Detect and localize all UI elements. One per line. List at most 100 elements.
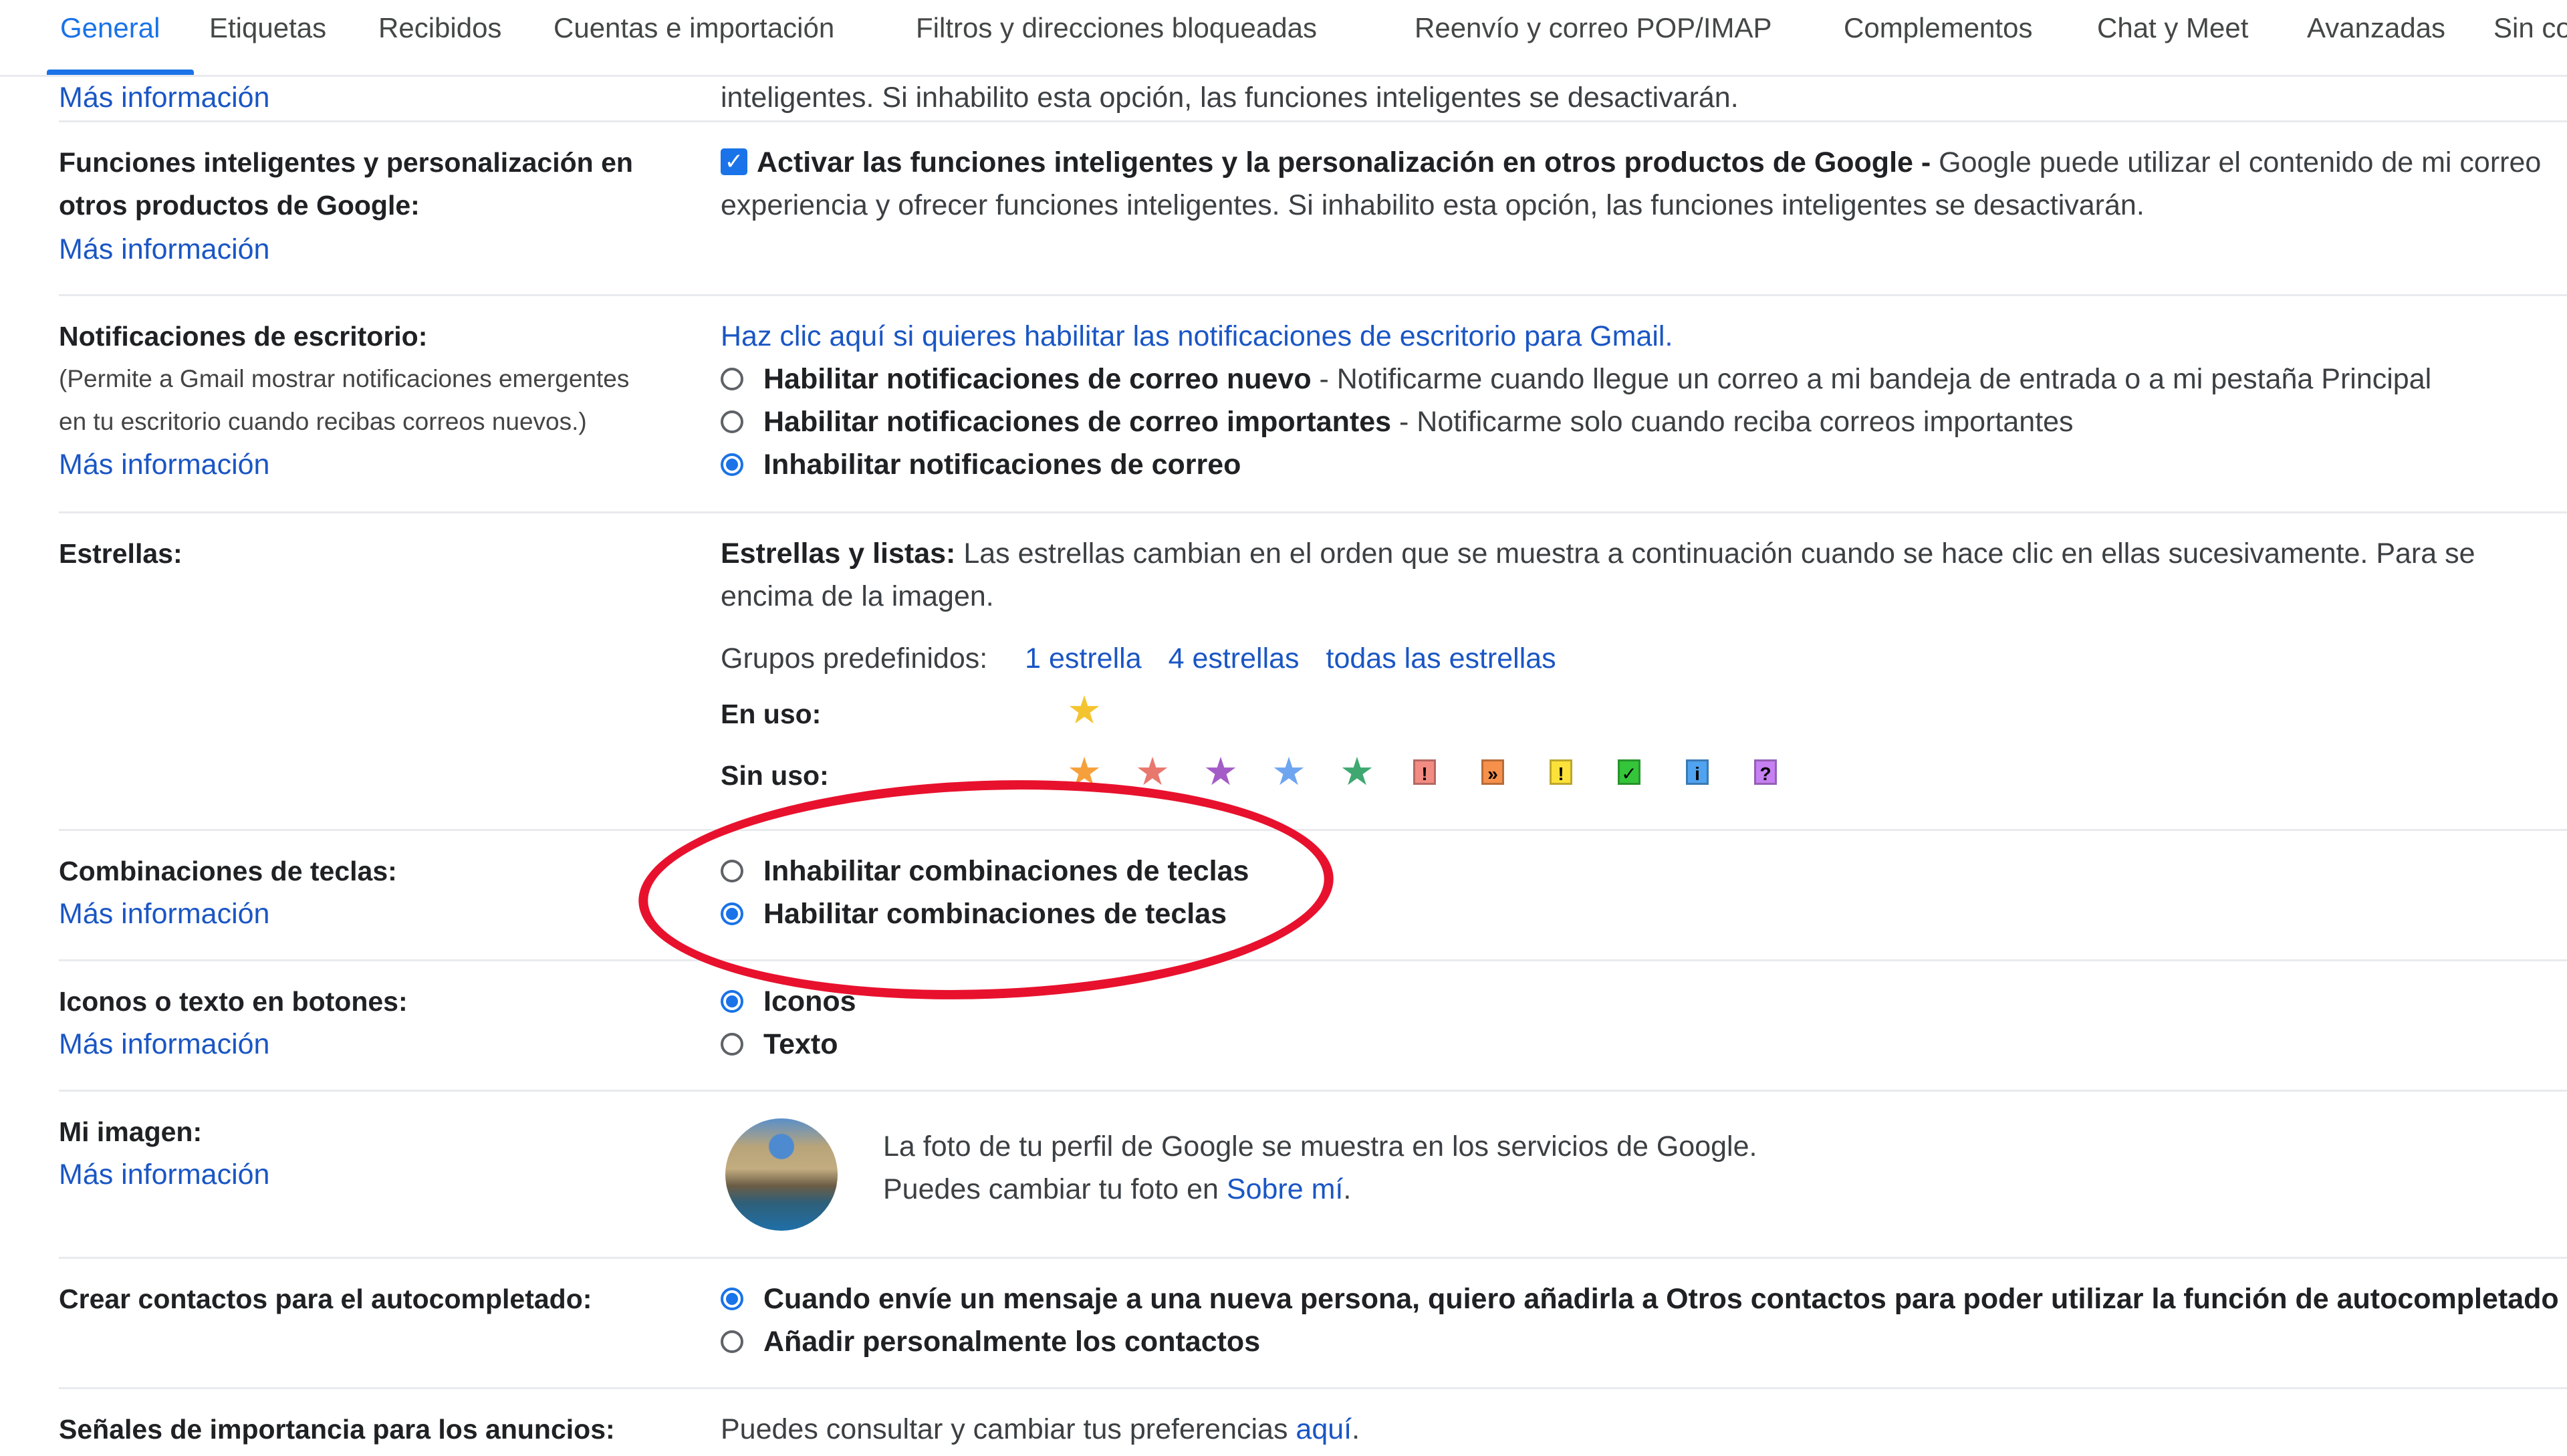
- settings-tabs: General Etiquetas Recibidos Cuentas e im…: [0, 0, 2567, 77]
- stars-desc-text: Las estrellas cambian en el orden que se…: [955, 537, 2475, 570]
- radio[interactable]: [721, 1032, 743, 1056]
- tab-general[interactable]: General: [60, 12, 160, 44]
- tab-chat-meet[interactable]: Chat y Meet: [2097, 12, 2248, 44]
- tab-labels[interactable]: Etiquetas: [209, 12, 326, 44]
- setting-row-desktop-notifications: Notificaciones de escritorio: (Permite a…: [59, 294, 2567, 513]
- red-bang-icon[interactable]: !: [1413, 759, 1436, 785]
- smart-features-option: ✓ Activar las funciones inteligentes y la…: [721, 141, 2541, 184]
- button-labels-text-option[interactable]: Texto: [721, 1023, 838, 1066]
- shortcuts-on-option[interactable]: Habilitar combinaciones de teclas: [721, 892, 1227, 935]
- setting-label: Mi imagen:: [59, 1116, 203, 1147]
- setting-label: Funciones inteligentes y personalización…: [59, 147, 633, 221]
- yellow-bang-icon[interactable]: !: [1550, 759, 1572, 785]
- notif-option-important[interactable]: Habilitar notificaciones de correo impor…: [721, 400, 2074, 443]
- ad-signals-desc: Puedes consultar y cambiar tus preferenc…: [721, 1413, 1296, 1445]
- radio[interactable]: [721, 367, 743, 390]
- punct: .: [1352, 1413, 1360, 1445]
- option-title: Texto: [763, 1028, 838, 1060]
- tab-accounts[interactable]: Cuentas e importación: [554, 12, 834, 44]
- orange-guillemet-icon[interactable]: »: [1481, 759, 1504, 785]
- setting-label: Iconos o texto en botones:: [59, 986, 408, 1017]
- smart-features-checkbox[interactable]: ✓: [721, 148, 747, 175]
- radio[interactable]: [721, 1330, 743, 1353]
- button-labels-icons-option[interactable]: Iconos: [721, 980, 856, 1023]
- presets: Grupos predefinidos: 1 estrella 4 estrel…: [721, 637, 1556, 680]
- option-title: Inhabilitar combinaciones de teclas: [763, 855, 1249, 887]
- stars-desc-line2: encima de la imagen.: [721, 580, 994, 612]
- more-info-link[interactable]: Más información: [59, 228, 269, 271]
- tab-offline[interactable]: Sin conexión: [2493, 12, 2567, 44]
- green-check-icon[interactable]: ✓: [1618, 759, 1640, 785]
- preset-all-stars[interactable]: todas las estrellas: [1326, 642, 1556, 675]
- notif-option-off[interactable]: Inhabilitar notificaciones de correo: [721, 443, 1241, 486]
- setting-row-autocomplete: Crear contactos para el autocompletado: …: [59, 1257, 2567, 1389]
- punct: .: [1343, 1173, 1352, 1205]
- orange-star-icon[interactable]: ★: [1067, 753, 1102, 792]
- picture-change-text: Puedes cambiar tu foto en: [883, 1173, 1227, 1205]
- setting-row-ad-signals: Señales de importancia para los anuncios…: [59, 1387, 2567, 1456]
- ad-preferences-link[interactable]: aquí: [1296, 1413, 1352, 1445]
- setting-row-smart-features: Funciones inteligentes y personalización…: [59, 120, 2567, 296]
- more-info-link[interactable]: Más información: [59, 443, 269, 486]
- smart-features-desc: experiencia y ofrecer funciones intelige…: [721, 189, 2145, 221]
- setting-row-my-picture: Mi imagen: Más información La foto de tu…: [59, 1090, 2567, 1259]
- blue-info-icon[interactable]: i: [1686, 759, 1709, 785]
- ad-signals-text: Puedes consultar y cambiar tus preferenc…: [721, 1408, 1360, 1451]
- tab-inbox[interactable]: Recibidos: [378, 12, 501, 44]
- setting-row-stars: Estrellas: Estrellas y listas: Las estre…: [59, 511, 2567, 831]
- red-star-icon[interactable]: ★: [1135, 753, 1170, 792]
- tab-filters[interactable]: Filtros y direcciones bloqueadas: [916, 12, 1317, 44]
- avatar[interactable]: [725, 1118, 838, 1231]
- more-info-link[interactable]: Más información: [59, 76, 269, 119]
- option-title: Añadir personalmente los contactos: [763, 1326, 1261, 1358]
- option-desc: Google puede utilizar el contenido de mi…: [1931, 146, 2542, 178]
- radio-selected[interactable]: [721, 1287, 743, 1310]
- setting-label: Combinaciones de teclas:: [59, 856, 397, 886]
- option-title: Activar las funciones inteligentes y la …: [757, 146, 1931, 178]
- green-star-icon[interactable]: ★: [1340, 753, 1374, 792]
- radio-selected[interactable]: [721, 453, 743, 476]
- option-title: Habilitar notificaciones de correo impor…: [763, 406, 1392, 438]
- option-title: Iconos: [763, 985, 856, 1017]
- presets-label: Grupos predefinidos:: [721, 642, 988, 675]
- blue-star-icon[interactable]: ★: [1271, 753, 1306, 792]
- radio-selected[interactable]: [721, 902, 743, 925]
- setting-label: Estrellas:: [59, 538, 182, 569]
- setting-label: Crear contactos para el autocompletado:: [59, 1284, 592, 1314]
- not-in-use-label: Sin uso:: [721, 760, 829, 791]
- autocomplete-auto-option[interactable]: Cuando envíe un mensaje a una nueva pers…: [721, 1278, 2559, 1320]
- option-title: Cuando envíe un mensaje a una nueva pers…: [763, 1283, 2559, 1315]
- radio[interactable]: [721, 859, 743, 882]
- notif-option-new[interactable]: Habilitar notificaciones de correo nuevo…: [721, 358, 2431, 400]
- purple-question-icon[interactable]: ?: [1754, 759, 1777, 785]
- picture-desc: La foto de tu perfil de Google se muestr…: [883, 1130, 1757, 1163]
- setting-row-button-labels: Iconos o texto en botones: Más informaci…: [59, 959, 2567, 1092]
- setting-value: inteligentes. Si inhabilito esta opción,…: [721, 82, 1739, 114]
- preset-1-star[interactable]: 1 estrella: [1025, 642, 1141, 675]
- option-desc: - Notificarme solo cuando reciba correos…: [1391, 406, 2074, 438]
- more-info-link[interactable]: Más información: [59, 892, 269, 935]
- preset-4-stars[interactable]: 4 estrellas: [1169, 642, 1300, 675]
- active-tab-indicator: [47, 70, 194, 75]
- option-title: Inhabilitar notificaciones de correo: [763, 449, 1241, 481]
- more-info-link[interactable]: Más información: [59, 1153, 269, 1196]
- stars-desc: Estrellas y listas: Las estrellas cambia…: [721, 532, 2475, 575]
- tab-advanced[interactable]: Avanzadas: [2307, 12, 2445, 44]
- setting-row-keyboard-shortcuts: Combinaciones de teclas: Más información…: [59, 829, 2567, 961]
- shortcuts-off-option[interactable]: Inhabilitar combinaciones de teclas: [721, 850, 1249, 892]
- picture-change: Puedes cambiar tu foto en Sobre mí.: [883, 1168, 1351, 1211]
- tab-forwarding[interactable]: Reenvío y correo POP/IMAP: [1415, 12, 1772, 44]
- setting-sub: (Permite a Gmail mostrar notificaciones …: [59, 365, 630, 392]
- option-title: Habilitar combinaciones de teclas: [763, 898, 1227, 930]
- autocomplete-manual-option[interactable]: Añadir personalmente los contactos: [721, 1320, 1260, 1363]
- more-info-link[interactable]: Más información: [59, 1023, 269, 1066]
- about-me-link[interactable]: Sobre mí: [1227, 1173, 1343, 1205]
- yellow-star-icon[interactable]: ★: [1067, 691, 1102, 730]
- setting-label: Notificaciones de escritorio:: [59, 321, 428, 352]
- tab-addons[interactable]: Complementos: [1844, 12, 2032, 44]
- enable-desktop-notifications-link[interactable]: Haz clic aquí si quieres habilitar las n…: [721, 315, 1673, 358]
- purple-star-icon[interactable]: ★: [1203, 753, 1238, 792]
- radio[interactable]: [721, 410, 743, 433]
- setting-sub: en tu escritorio cuando recibas correos …: [59, 408, 587, 435]
- radio-selected[interactable]: [721, 989, 743, 1013]
